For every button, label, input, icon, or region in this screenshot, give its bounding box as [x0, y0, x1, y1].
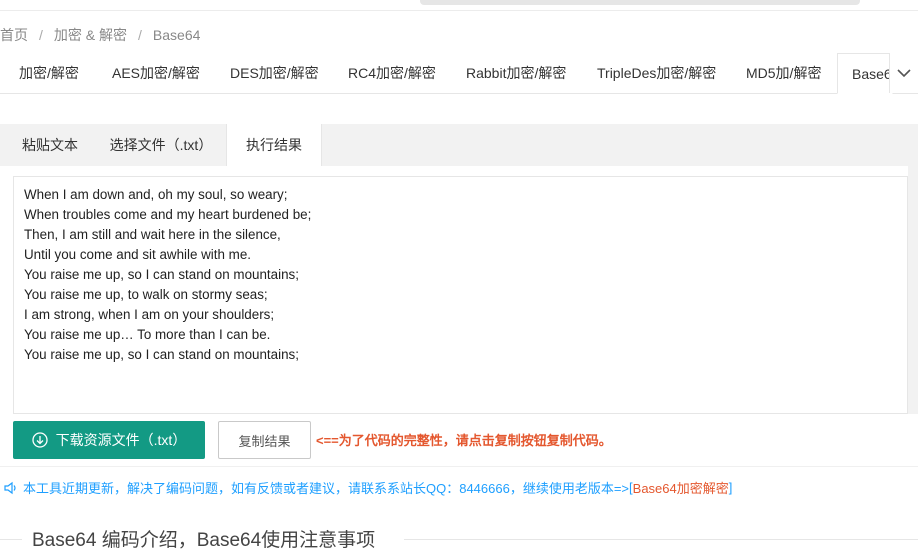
download-button-label: 下载资源文件（.txt）: [55, 432, 187, 448]
section-divider: [404, 539, 918, 540]
tab-des[interactable]: DES加密/解密: [230, 53, 319, 93]
copy-hint-text: <==为了代码的完整性，请点击复制按钮复制代码。: [316, 433, 612, 448]
result-line: When I am down and, oh my soul, so weary…: [24, 187, 288, 202]
result-line: Until you come and sit awhile with me.: [24, 247, 251, 262]
result-line: When troubles come and my heart burdened…: [24, 207, 312, 222]
breadcrumb-current: Base64: [152, 27, 201, 43]
download-button[interactable]: 下载资源文件（.txt）: [13, 421, 205, 459]
result-textarea[interactable]: When I am down and, oh my soul, so weary…: [13, 176, 908, 414]
tab-base64[interactable]: Base64: [837, 53, 893, 94]
old-version-link[interactable]: Base64加密解密: [633, 478, 729, 497]
tool-tab-bar: 加密/解密 AES加密/解密 DES加密/解密 RC4加密/解密 Rabbit加…: [0, 53, 918, 94]
horizontal-scrollbar[interactable]: [420, 0, 860, 5]
notice-text: 本工具近期更新，解决了编码问题，如有反馈或者建议，请联系系站长QQ：844666…: [23, 481, 630, 496]
result-line: You raise me up, so I can stand on mount…: [24, 347, 299, 362]
tab-tripledes[interactable]: TripleDes加密/解密: [597, 53, 716, 93]
download-icon: [32, 432, 48, 448]
breadcrumb-encrypt[interactable]: 加密 & 解密: [54, 27, 127, 43]
notice-bracket-close: ]: [728, 480, 733, 495]
subtab-select-file[interactable]: 选择文件（.txt）: [96, 124, 226, 166]
tab-encrypt-decrypt[interactable]: 加密/解密: [19, 53, 79, 93]
breadcrumb-separator: /: [39, 27, 43, 43]
breadcrumb-separator: /: [138, 27, 142, 43]
result-line: You raise me up, so I can stand on mount…: [24, 267, 299, 282]
result-line: I am strong, when I am on your shoulders…: [24, 307, 275, 322]
tab-rc4[interactable]: RC4加密/解密: [348, 53, 436, 93]
copy-result-button[interactable]: 复制结果: [218, 421, 311, 459]
tab-aes[interactable]: AES加密/解密: [112, 53, 200, 93]
tab-rabbit[interactable]: Rabbit加密/解密: [466, 53, 566, 93]
result-line: You raise me up, to walk on stormy seas;: [24, 287, 268, 302]
tab-more-button[interactable]: [889, 53, 918, 93]
speaker-icon: [4, 481, 16, 494]
page-gap: [0, 94, 918, 124]
tab-md5[interactable]: MD5加/解密: [746, 53, 821, 93]
section-divider: [0, 539, 22, 540]
breadcrumb: 首页 / 加密 & 解密 / Base64: [0, 25, 200, 45]
vertical-scrollbar[interactable]: [908, 124, 918, 414]
result-line: You raise me up… To more than I can be.: [24, 327, 271, 342]
subtab-result[interactable]: 执行结果: [226, 124, 322, 167]
chevron-down-icon: [897, 69, 911, 78]
update-notice: 本工具近期更新，解决了编码问题，如有反馈或者建议，请联系系站长QQ：844666…: [4, 478, 732, 497]
result-line: Then, I am still and wait here in the si…: [24, 227, 281, 242]
sub-tab-bar: 粘贴文本 选择文件（.txt） 执行结果: [0, 124, 918, 167]
subtab-paste-text[interactable]: 粘贴文本: [8, 124, 92, 166]
breadcrumb-home[interactable]: 首页: [0, 27, 28, 43]
